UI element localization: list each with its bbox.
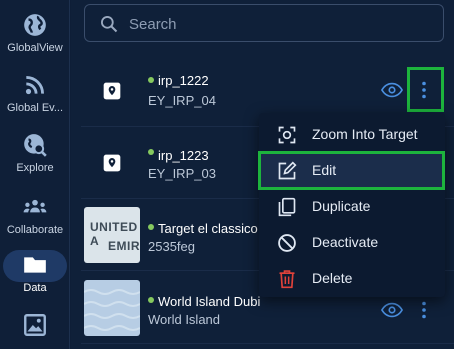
search-icon (101, 16, 118, 33)
map-thumbnail (84, 280, 140, 336)
menu-item-label: Deactivate (312, 234, 379, 250)
thumbnail-text: EMIRA (108, 239, 140, 253)
nav-item-data[interactable]: Data (0, 250, 70, 294)
context-menu: Zoom Into Target Edit Duplicate Deactiva… (259, 113, 445, 297)
nav-label-collaborate: Collaborate (6, 224, 64, 236)
search-box[interactable] (84, 4, 444, 42)
item-name: irp_1223 (158, 148, 209, 163)
item-name: irp_1222 (158, 73, 209, 88)
menu-item-delete[interactable]: Delete (259, 261, 445, 295)
deactivate-icon (278, 234, 296, 252)
item-subtitle: EY_IRP_04 (148, 93, 216, 108)
search-input[interactable] (129, 13, 429, 35)
nav-item-globalview[interactable]: GlobalView (0, 12, 70, 54)
nav-label-globalview: GlobalView (7, 42, 63, 54)
nav-item-imagery[interactable] (0, 312, 70, 338)
item-name: World Island Dubi (158, 294, 261, 309)
status-dot (148, 77, 154, 83)
status-dot (148, 297, 154, 303)
menu-item-label: Delete (312, 270, 353, 286)
menu-item-deactivate[interactable]: Deactivate (259, 225, 445, 259)
globe-icon (24, 14, 46, 36)
menu-item-label: Duplicate (312, 198, 371, 214)
more-options-icon[interactable] (419, 301, 429, 319)
item-subtitle: World Island (148, 312, 221, 327)
status-dot (148, 149, 154, 155)
duplicate-icon (278, 197, 296, 217)
nav-item-collaborate[interactable]: Collaborate (0, 194, 70, 236)
menu-item-label: Zoom Into Target (312, 126, 418, 142)
rss-icon (25, 76, 44, 95)
map-thumbnail: UNITED A EMIRA (84, 207, 140, 263)
menu-item-duplicate[interactable]: Duplicate (259, 189, 445, 223)
pin-icon (103, 82, 121, 100)
eye-icon[interactable] (381, 302, 403, 318)
more-button-highlight (407, 67, 444, 112)
water-pattern (84, 289, 140, 331)
status-dot (148, 224, 154, 230)
left-nav-rail: GlobalView Global Ev... Explore Collabor… (0, 0, 70, 349)
trash-icon (279, 270, 295, 289)
nav-label-global-events: Global Ev... (6, 102, 64, 114)
pin-icon (103, 154, 121, 172)
item-name: Target el classico (158, 221, 258, 236)
nav-item-explore[interactable]: Explore (0, 132, 70, 174)
image-icon (24, 314, 46, 336)
nav-label-explore: Explore (16, 162, 54, 174)
nav-item-global-events[interactable]: Global Ev... (0, 72, 70, 114)
zoom-target-icon (278, 126, 296, 144)
eye-icon[interactable] (381, 82, 403, 98)
team-icon (23, 199, 47, 213)
edit-item-highlight (258, 151, 445, 190)
folder-icon (24, 257, 46, 273)
item-subtitle: EY_IRP_03 (148, 166, 216, 181)
globe-search-icon (24, 134, 47, 157)
menu-item-zoom-into-target[interactable]: Zoom Into Target (259, 117, 445, 151)
item-subtitle: 2535feg (148, 239, 195, 254)
nav-label-data: Data (23, 282, 47, 294)
